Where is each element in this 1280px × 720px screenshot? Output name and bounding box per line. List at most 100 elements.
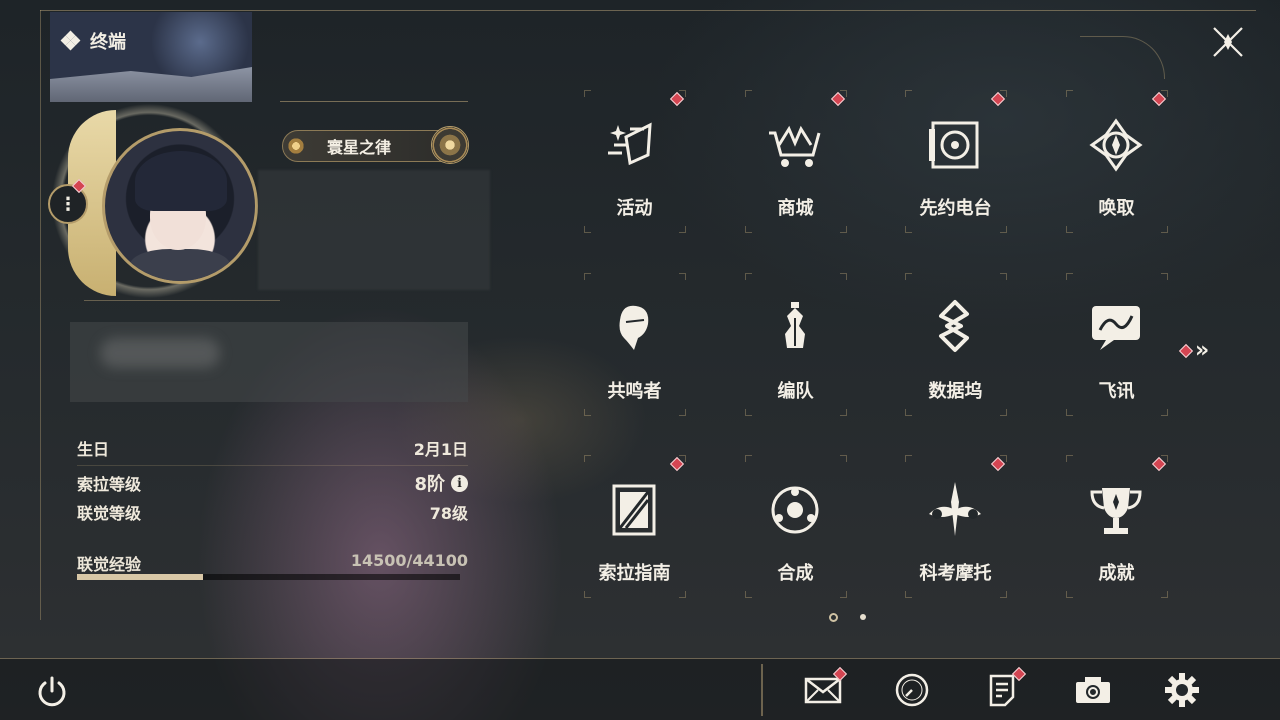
tile-corner [745,409,752,416]
tile-corner [905,591,912,598]
activity-icon [604,115,664,175]
tile-corner [1066,409,1073,416]
info-label: 索拉等级 [77,475,142,494]
tile-corner [840,273,847,280]
tile-corner [1066,226,1073,233]
tile-corner [584,90,591,97]
avatar-collar [130,249,230,281]
avatar [102,128,258,284]
guidebook-icon [604,480,664,540]
tile-corner [1161,591,1168,598]
tile-corner [679,409,686,416]
tile-corner [679,591,686,598]
info-row-sol-level: 索拉等级 8阶 i [77,472,468,495]
next-page-button[interactable]: » [1178,338,1221,363]
menu-tile-1[interactable]: 活动 [554,90,715,272]
menu-tile-7[interactable]: 数据坞 [875,273,1036,455]
tile-corner [1161,409,1168,416]
radio-icon [925,115,985,175]
trophy-icon [1086,480,1146,540]
info-value: 8阶 [414,474,445,495]
tile-corner [1000,226,1007,233]
tile-corner [584,455,591,462]
tile-corner [745,226,752,233]
menu-tile-label: 成就 [1098,563,1135,584]
exp-value: 14500/44100 [350,551,468,570]
menu-tile-10[interactable]: 合成 [715,455,876,637]
menu-tile-4[interactable]: 唤取 [1036,90,1197,272]
resonator-icon [604,298,664,358]
power-button[interactable] [30,672,74,712]
tile-corner [584,226,591,233]
menu-tile-label: 共鸣者 [607,381,662,402]
motorbike-icon [925,480,985,540]
menu-tile-label: 活动 [616,198,653,219]
menu-tile-8[interactable]: 飞讯 [1036,273,1197,455]
tile-corner [584,591,591,598]
close-x-icon [1213,27,1243,57]
settings-button[interactable] [1162,670,1202,710]
tile-corner [905,226,912,233]
exp-label: 联觉经验 [77,555,142,574]
info-row-birthday: 生日 2月1日 [77,437,468,459]
convene-icon [1086,115,1146,175]
menu-tile-label: 数据坞 [928,381,983,402]
menu-tile-label: 飞讯 [1098,381,1135,402]
page-dot[interactable] [860,614,866,620]
notice-button[interactable] [982,666,1027,710]
chess-team-icon [765,298,825,358]
data-bank-icon [925,298,985,358]
blurred-signature-text [100,338,220,368]
menu-tile-12[interactable]: 成就 [1036,455,1197,637]
more-vertical-icon: ⋮ [59,193,77,215]
menu-tile-11[interactable]: 科考摩托 [875,455,1036,637]
tile-corner [679,273,686,280]
mail-button[interactable] [803,666,848,710]
tile-corner [840,409,847,416]
synthesis-icon [765,480,825,540]
title-badge-text: 寰星之律 [327,138,392,157]
name-divider [280,101,468,102]
tile-corner [1066,455,1073,462]
tile-corner [905,273,912,280]
menu-tile-6[interactable]: 编队 [715,273,876,455]
shop-cart-icon [765,115,825,175]
tile-corner [905,409,912,416]
info-icon[interactable]: i [451,474,468,492]
page-dot-active[interactable] [829,613,838,622]
tile-corner [1161,226,1168,233]
tile-corner [905,455,912,462]
notice-icon [989,674,1015,707]
tile-corner [745,455,752,462]
menu-tile-label: 编队 [777,381,814,402]
menu-tile-label: 合成 [777,563,814,584]
banner-landscape [50,67,252,102]
menu-tile-label: 商城 [777,198,814,219]
menu-tile-label: 唤取 [1098,198,1135,219]
close-button[interactable] [1208,24,1248,60]
avatar-underline [84,300,280,301]
info-label: 生日 [77,440,110,459]
tile-corner [1161,273,1168,280]
tile-corner [745,273,752,280]
menu-tile-2[interactable]: 商城 [715,90,876,272]
camera-icon [1076,677,1110,703]
tile-corner [584,273,591,280]
camera-button[interactable] [1073,670,1113,710]
exp-bar-fill [77,574,203,580]
menu-tile-3[interactable]: 先约电台 [875,90,1036,272]
terminal-diamond-icon [60,30,81,51]
double-chevron-right-icon: » [1195,338,1209,363]
info-value: 2月1日 [413,440,468,459]
menu-tile-label: 索拉指南 [598,563,671,584]
tile-corner [840,455,847,462]
clock-icon [895,673,929,707]
avatar-hair [135,151,227,211]
menu-tile-label: 先约电台 [919,198,992,219]
menu-tile-5[interactable]: 共鸣者 [554,273,715,455]
clock-button[interactable] [892,670,932,710]
tile-corner [1066,591,1073,598]
tile-corner [1066,273,1073,280]
menu-tile-9[interactable]: 索拉指南 [554,455,715,637]
tile-corner [840,226,847,233]
